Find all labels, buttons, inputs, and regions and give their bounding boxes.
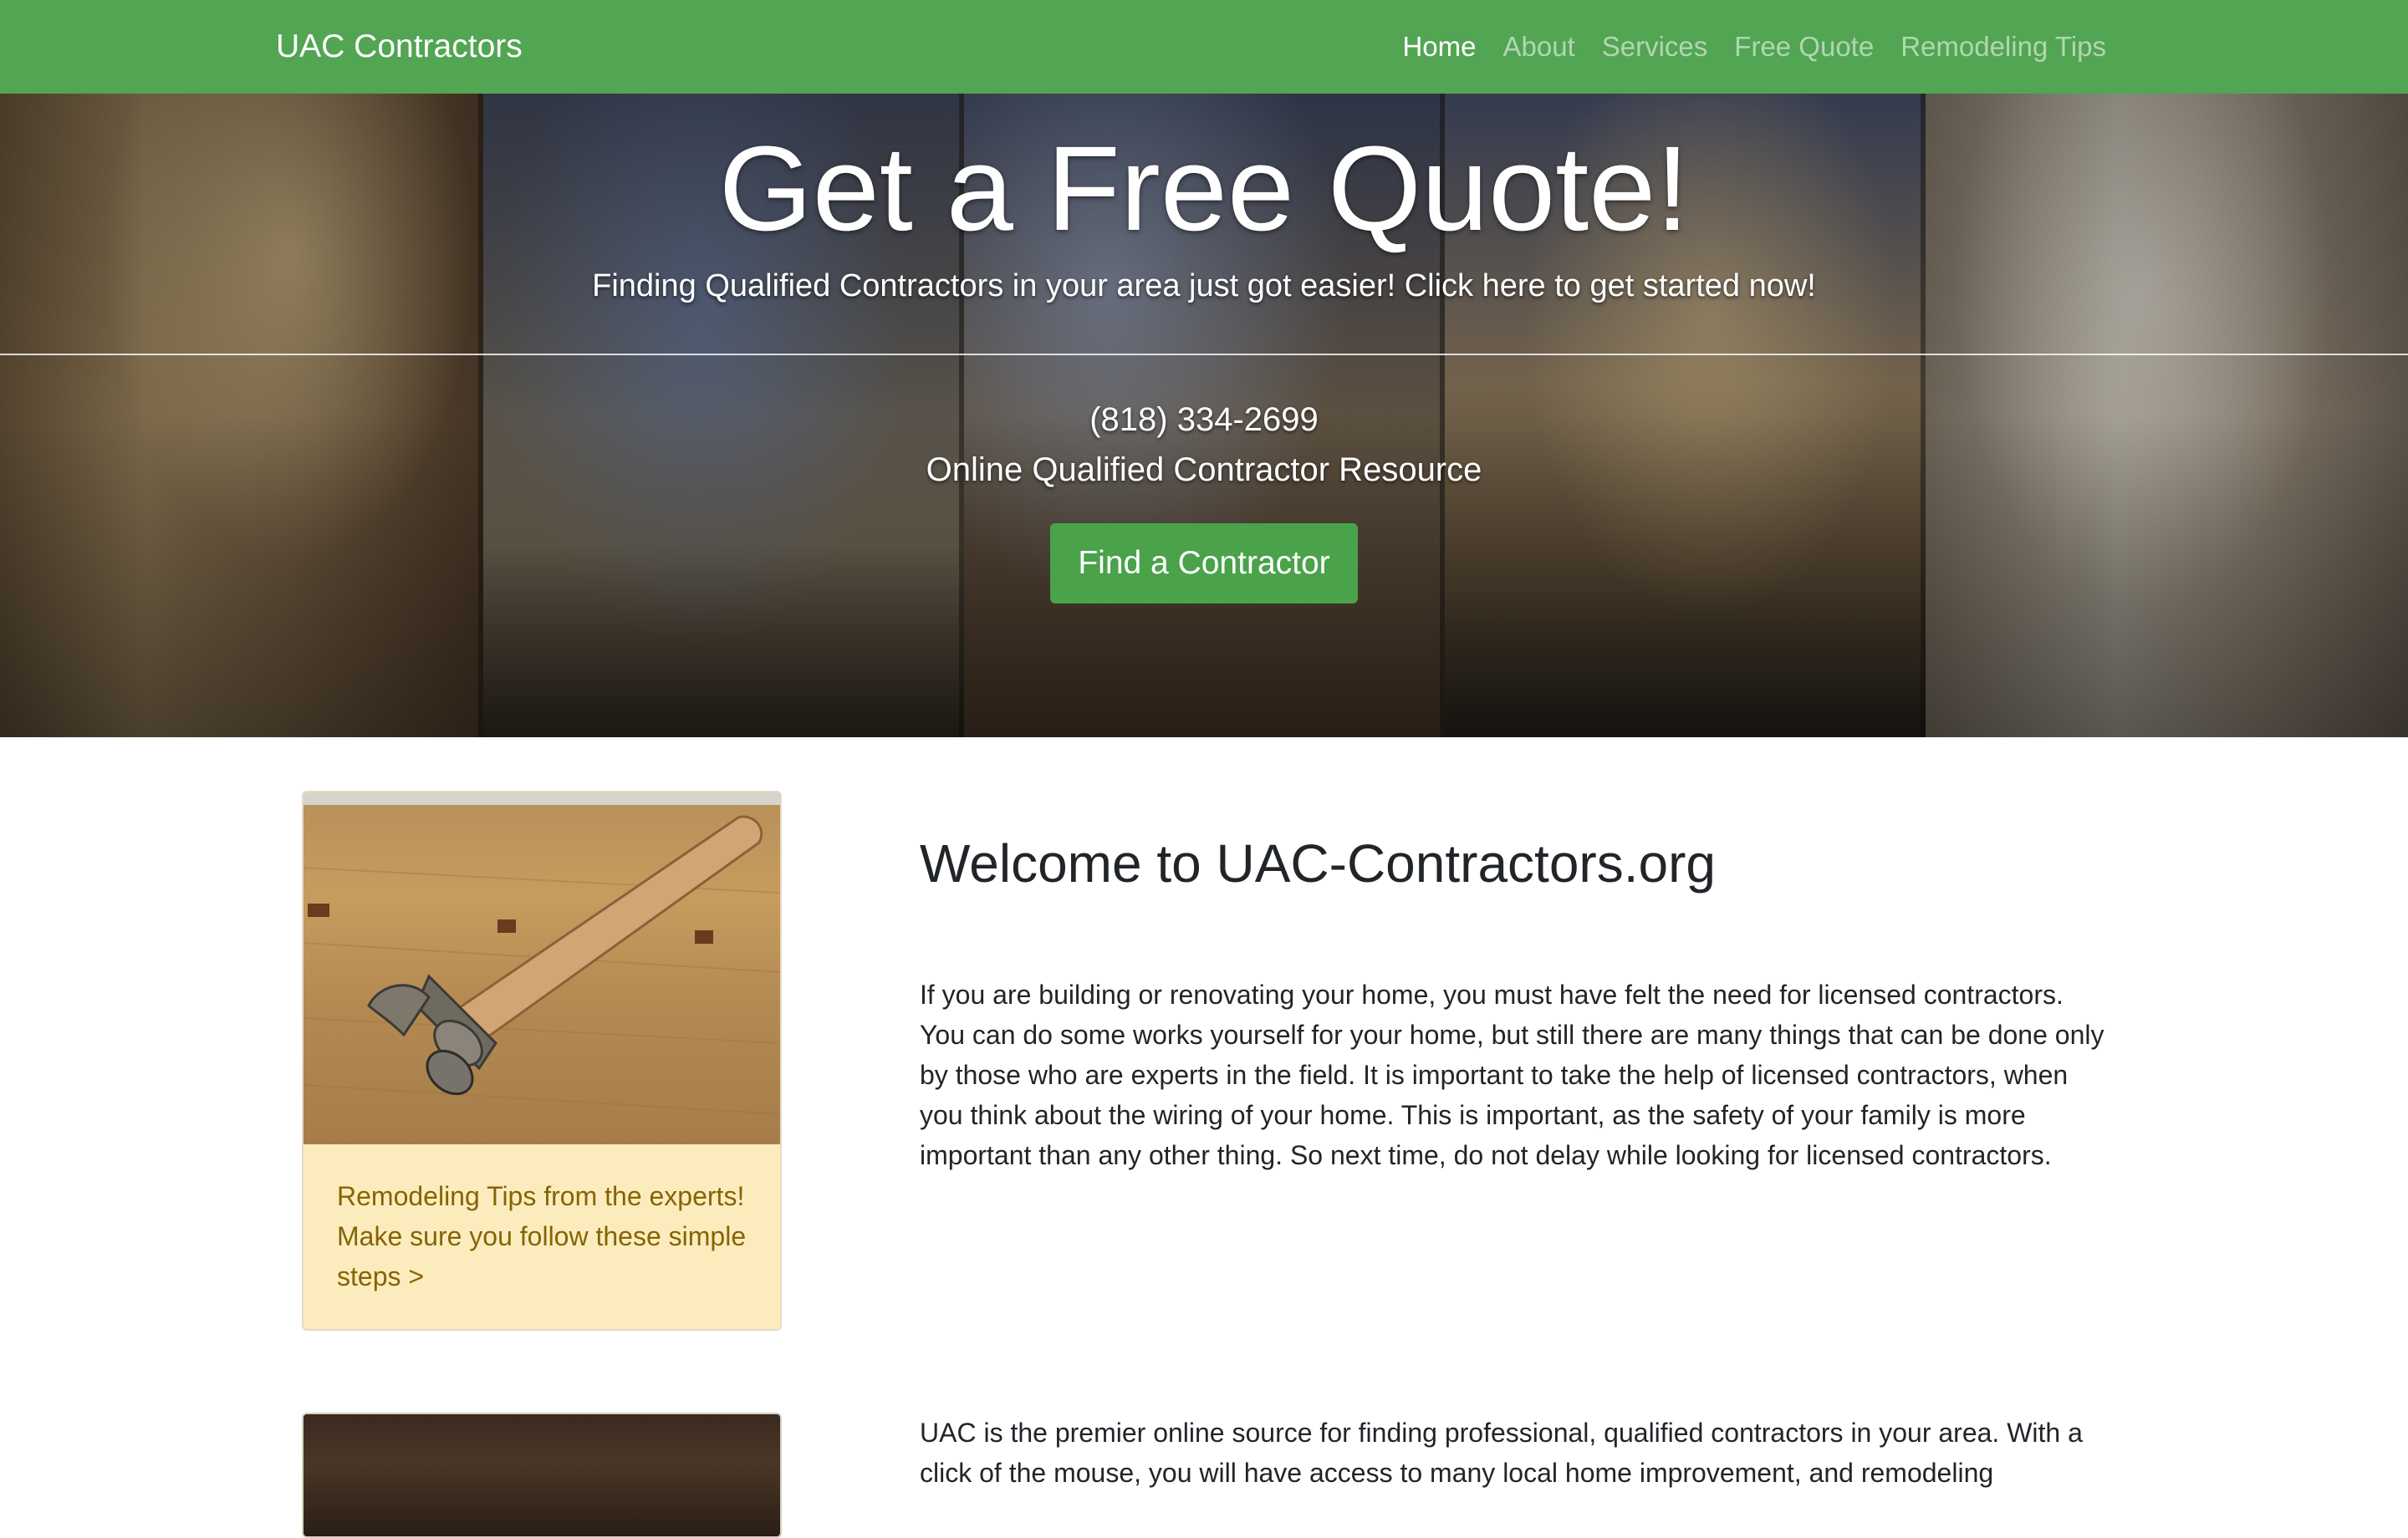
brand-link[interactable]: UAC Contractors [276,25,523,69]
tool-belt-photo [302,1413,782,1538]
hammer-photo [304,792,780,1144]
hero-content: Get a Free Quote! Finding Qualified Cont… [0,94,2408,737]
welcome-heading: Welcome to UAC-Contractors.org [920,833,1716,894]
hero-divider [0,354,2408,355]
nav-links: Home About Services Free Quote Remodelin… [1389,25,2120,69]
nav-link-services[interactable]: Services [1589,25,1722,69]
hero-tagline: Online Qualified Contractor Resource [926,451,1482,488]
remodeling-tips-text[interactable]: Remodeling Tips from the experts! Make s… [304,1144,780,1329]
find-contractor-button[interactable]: Find a Contractor [1050,523,1358,603]
remodeling-tips-card[interactable]: Remodeling Tips from the experts! Make s… [302,791,782,1331]
hero-lead-link[interactable]: Finding Qualified Contractors in your ar… [0,265,2408,307]
about-paragraph: UAC is the premier online source for fin… [920,1418,2083,1488]
nav-link-free-quote[interactable]: Free Quote [1721,25,1887,69]
intro-paragraph: If you are building or renovating your h… [920,980,2104,1170]
hero-section: Get a Free Quote! Finding Qualified Cont… [0,94,2408,737]
nav-link-remodeling-tips[interactable]: Remodeling Tips [1887,25,2120,69]
nav-link-home[interactable]: Home [1389,25,1489,69]
hero-title: Get a Free Quote! [718,121,1690,256]
nav-link-about[interactable]: About [1489,25,1588,69]
navbar: UAC Contractors Home About Services Free… [0,0,2408,94]
hero-phone-number: (818) 334-2699 [1089,401,1319,438]
